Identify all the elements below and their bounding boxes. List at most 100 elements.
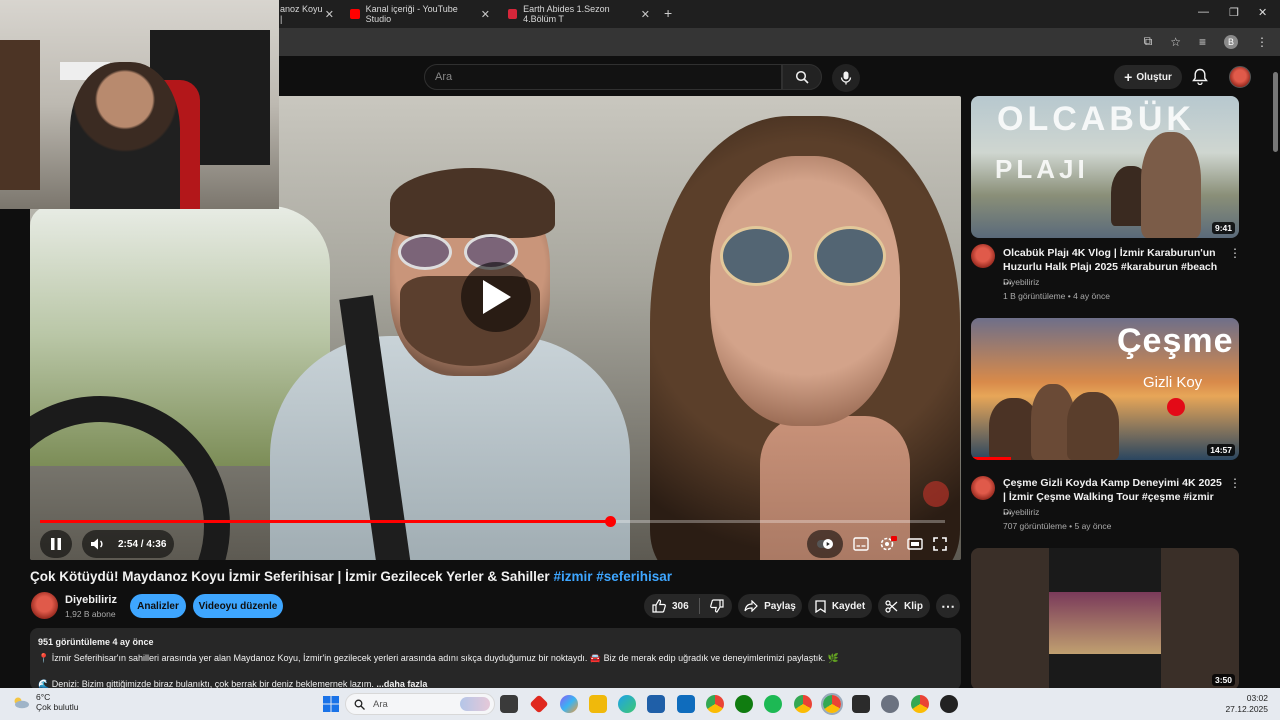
- subtitles-icon[interactable]: [853, 537, 869, 551]
- search-highlight-icon: [460, 697, 490, 711]
- plus-icon: +: [1124, 69, 1133, 85]
- weather-widget[interactable]: 6°C Çok bulutlu: [12, 692, 79, 712]
- share-button[interactable]: Paylaş: [738, 594, 802, 618]
- search-input[interactable]: Ara: [424, 64, 782, 90]
- store-icon[interactable]: [647, 695, 665, 713]
- capcut-icon[interactable]: [852, 695, 870, 713]
- channel-avatar[interactable]: [971, 476, 995, 500]
- view-count-date: 951 görüntüleme 4 ay önce: [38, 637, 154, 647]
- thumbnail-person: [1141, 132, 1201, 238]
- media-icon[interactable]: ≡: [1199, 35, 1206, 49]
- profile-avatar[interactable]: B: [1224, 34, 1238, 49]
- sunglasses-lens: [720, 226, 792, 286]
- duration: 4:36: [146, 538, 167, 550]
- progress-bar[interactable]: [40, 516, 945, 527]
- chrome-icon[interactable]: [706, 695, 724, 713]
- restore-icon[interactable]: ❐: [1229, 6, 1239, 19]
- save-button[interactable]: Kaydet: [808, 594, 872, 618]
- thumbnail-text: PLAJI: [995, 154, 1089, 184]
- chrome-icon[interactable]: [794, 695, 812, 713]
- settings-gear-icon[interactable]: [879, 536, 897, 552]
- windows-start-icon[interactable]: [322, 695, 340, 713]
- xbox-icon[interactable]: [735, 695, 753, 713]
- big-play-button[interactable]: [461, 262, 531, 332]
- recommendation-channel[interactable]: Diyebiliriz: [1003, 277, 1039, 287]
- file-explorer-icon[interactable]: [589, 695, 607, 713]
- recommendation-meta: 1 B görüntüleme • 4 ay önce: [1003, 291, 1110, 301]
- minimize-icon[interactable]: —: [1198, 6, 1209, 18]
- taskbar-search[interactable]: Ara: [345, 693, 495, 715]
- webcam-person: [70, 62, 180, 209]
- recommendation-thumbnail[interactable]: 3:50: [971, 548, 1239, 690]
- new-tab-icon[interactable]: +: [664, 5, 672, 21]
- edit-video-button[interactable]: Videoyu düzenle: [193, 594, 283, 618]
- thumbs-up-icon[interactable]: [652, 599, 666, 613]
- chrome-icon[interactable]: [911, 695, 929, 713]
- volume-icon[interactable]: [90, 537, 106, 551]
- channel-name[interactable]: Diyebiliriz: [65, 594, 117, 606]
- recommendation-thumbnail[interactable]: Çeşme Gizli Koy 14:57: [971, 318, 1239, 460]
- obs-icon[interactable]: [940, 695, 958, 713]
- watched-progress: [971, 457, 1011, 460]
- task-view-icon[interactable]: [500, 695, 518, 713]
- fullscreen-icon[interactable]: [933, 537, 947, 551]
- close-icon[interactable]: ✕: [481, 8, 490, 21]
- like-dislike-group: 306: [644, 594, 732, 618]
- thumbs-down-icon[interactable]: [709, 599, 724, 613]
- tab-youtube-studio[interactable]: Kanal içeriği - YouTube Studio ✕: [342, 4, 498, 24]
- menu-icon[interactable]: ⋮: [1256, 35, 1268, 49]
- edge-browser-icon[interactable]: [618, 695, 636, 713]
- video-person-hair: [390, 168, 555, 238]
- recommendation-thumbnail[interactable]: OLCABÜK PLAJI 9:41: [971, 96, 1239, 238]
- sunglasses-lens: [398, 234, 452, 270]
- account-avatar[interactable]: [1229, 66, 1251, 88]
- tab-earth-abides[interactable]: Earth Abides 1.Sezon 4.Bölüm T ✕: [500, 4, 658, 24]
- copilot-icon[interactable]: [560, 695, 578, 713]
- close-icon[interactable]: ✕: [325, 8, 334, 21]
- clip-button[interactable]: Klip: [878, 594, 930, 618]
- tab-label: Kanal içeriği - YouTube Studio: [365, 4, 458, 24]
- notifications-bell-icon[interactable]: [1192, 68, 1208, 90]
- more-vertical-icon[interactable]: ⋮: [1229, 246, 1241, 260]
- pause-icon[interactable]: [50, 537, 62, 551]
- video-person-face: [710, 156, 900, 426]
- create-label: Oluştur: [1136, 71, 1172, 83]
- thumbnail-person: [1067, 392, 1119, 460]
- video-hashtags[interactable]: #izmir #seferihisar: [553, 569, 672, 584]
- close-window-icon[interactable]: ✕: [1258, 6, 1267, 19]
- system-clock[interactable]: 03:02 27.12.2025: [1225, 693, 1268, 715]
- clock-date: 27.12.2025: [1225, 704, 1268, 714]
- tab-maydanoz[interactable]: anoz Koyu | ✕: [272, 4, 342, 24]
- search-icon: [354, 699, 365, 710]
- more-actions-button[interactable]: ⋯: [936, 594, 960, 618]
- voice-search-button[interactable]: [832, 64, 860, 92]
- scrollbar-thumb[interactable]: [1273, 72, 1278, 152]
- bookmark-star-icon[interactable]: ☆: [1170, 35, 1181, 49]
- close-icon[interactable]: ✕: [641, 8, 650, 21]
- recommendation-channel[interactable]: Diyebiliriz: [1003, 507, 1039, 517]
- outlook-icon[interactable]: [677, 695, 695, 713]
- thumbnail-image: [1049, 592, 1161, 654]
- chrome-icon[interactable]: [821, 693, 843, 715]
- channel-watermark[interactable]: [923, 481, 949, 507]
- theater-mode-icon[interactable]: [907, 537, 923, 551]
- cast-icon[interactable]: ⧉: [1144, 34, 1153, 49]
- description-box[interactable]: 951 görüntüleme 4 ay önce 📍 İzmir Seferi…: [30, 628, 961, 690]
- spotify-icon[interactable]: [764, 695, 782, 713]
- create-button[interactable]: + Oluştur: [1114, 65, 1182, 89]
- more-vertical-icon[interactable]: ⋮: [1229, 476, 1241, 490]
- share-icon: [744, 600, 758, 612]
- channel-avatar[interactable]: [31, 592, 58, 619]
- autoplay-toggle-icon[interactable]: [817, 538, 833, 550]
- channel-avatar[interactable]: [971, 244, 995, 268]
- search-button[interactable]: [782, 64, 822, 90]
- clock-time: 03:02: [1246, 693, 1268, 703]
- tab-label: Earth Abides 1.Sezon 4.Bölüm T: [523, 4, 610, 24]
- app-icon[interactable]: [529, 694, 549, 714]
- page-scrollbar[interactable]: [1270, 60, 1280, 688]
- analytics-button[interactable]: Analizler: [130, 594, 186, 618]
- progress-played: [40, 520, 611, 523]
- thumbnail-text: Gizli Koy: [1143, 374, 1203, 391]
- settings-gear-icon[interactable]: [881, 695, 899, 713]
- screen: anoz Koyu | ✕ Kanal içeriği - YouTube St…: [0, 0, 1280, 720]
